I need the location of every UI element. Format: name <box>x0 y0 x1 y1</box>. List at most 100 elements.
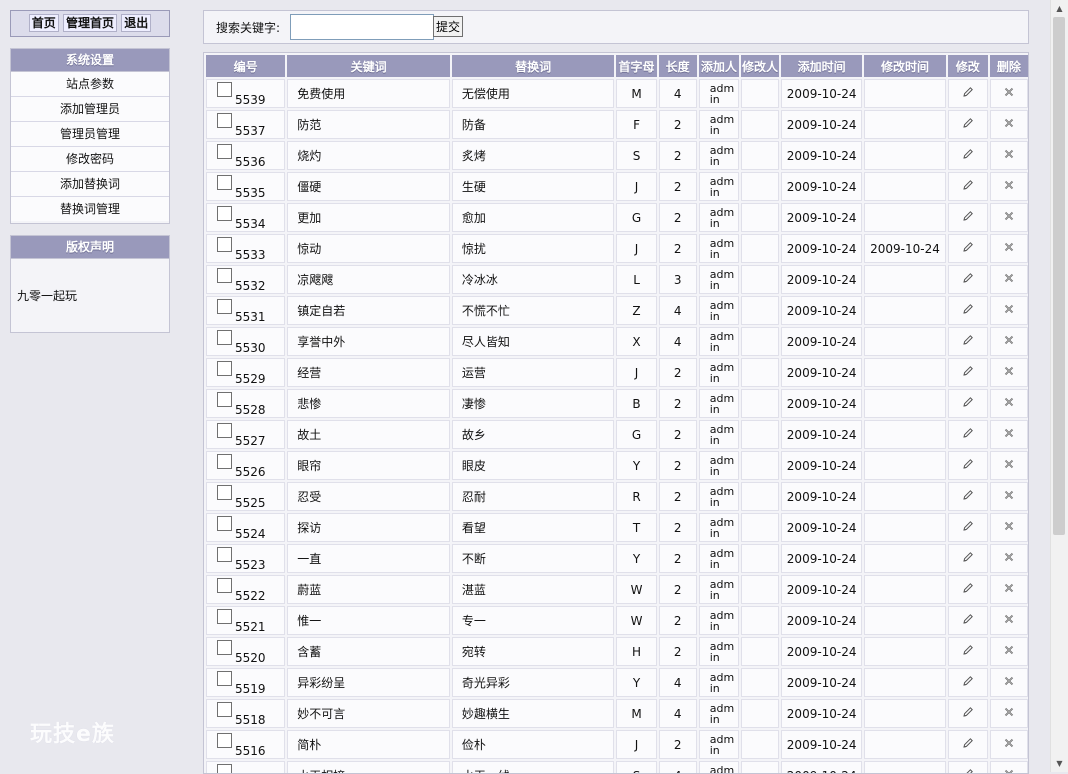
row-id: 5532 <box>235 279 266 293</box>
added-by-line1: adm <box>710 641 738 652</box>
pencil-icon[interactable] <box>962 272 974 287</box>
x-icon[interactable] <box>1003 613 1015 628</box>
pencil-icon[interactable] <box>962 458 974 473</box>
x-icon[interactable] <box>1003 86 1015 101</box>
x-icon[interactable] <box>1003 210 1015 225</box>
pencil-icon[interactable] <box>962 737 974 752</box>
x-icon[interactable] <box>1003 675 1015 690</box>
pencil-icon[interactable] <box>962 334 974 349</box>
cell-modified-by <box>741 606 779 635</box>
pencil-icon[interactable] <box>962 613 974 628</box>
nav-logout-link[interactable]: 退出 <box>121 14 151 32</box>
row-checkbox[interactable] <box>217 392 232 407</box>
scroll-down-arrow-icon[interactable]: ▼ <box>1051 755 1068 772</box>
page-scrollbar[interactable]: ▲ ▼ <box>1050 0 1068 772</box>
row-checkbox[interactable] <box>217 237 232 252</box>
sidebar-item-add-admin[interactable]: 添加管理员 <box>11 97 169 122</box>
sidebar-item-admin-manage[interactable]: 管理员管理 <box>11 122 169 147</box>
cell-modified-by <box>741 544 779 573</box>
x-icon[interactable] <box>1003 644 1015 659</box>
pencil-icon[interactable] <box>962 117 974 132</box>
added-by-line2: in <box>710 187 738 198</box>
pencil-icon[interactable] <box>962 768 974 774</box>
pencil-icon[interactable] <box>962 303 974 318</box>
x-icon[interactable] <box>1003 365 1015 380</box>
search-input[interactable] <box>290 14 434 40</box>
pencil-icon[interactable] <box>962 179 974 194</box>
scroll-up-arrow-icon[interactable]: ▲ <box>1051 0 1068 17</box>
row-checkbox[interactable] <box>217 144 232 159</box>
row-checkbox[interactable] <box>217 516 232 531</box>
added-by-line2: in <box>710 466 738 477</box>
x-icon[interactable] <box>1003 768 1015 774</box>
cell-delete <box>990 265 1028 294</box>
cell-delete <box>990 513 1028 542</box>
row-checkbox[interactable] <box>217 671 232 686</box>
x-icon[interactable] <box>1003 582 1015 597</box>
pencil-icon[interactable] <box>962 520 974 535</box>
row-checkbox[interactable] <box>217 361 232 376</box>
sidebar-item-change-password[interactable]: 修改密码 <box>11 147 169 172</box>
x-icon[interactable] <box>1003 458 1015 473</box>
row-checkbox[interactable] <box>217 640 232 655</box>
row-checkbox[interactable] <box>217 206 232 221</box>
sidebar-item-replacement-manage[interactable]: 替换词管理 <box>11 197 169 221</box>
row-checkbox[interactable] <box>217 113 232 128</box>
pencil-icon[interactable] <box>962 427 974 442</box>
row-checkbox[interactable] <box>217 82 232 97</box>
table-row: 5533惊动惊扰J2admin2009-10-242009-10-24 <box>206 234 1028 263</box>
cell-id: 5532 <box>206 265 285 294</box>
cell-keyword: 凉飕飕 <box>287 265 450 294</box>
row-checkbox[interactable] <box>217 423 232 438</box>
search-submit-button[interactable]: 提交 <box>433 16 463 37</box>
row-checkbox[interactable] <box>217 764 232 774</box>
pencil-icon[interactable] <box>962 644 974 659</box>
row-id: 5520 <box>235 651 266 665</box>
row-checkbox[interactable] <box>217 175 232 190</box>
x-icon[interactable] <box>1003 737 1015 752</box>
row-checkbox[interactable] <box>217 454 232 469</box>
x-icon[interactable] <box>1003 117 1015 132</box>
pencil-icon[interactable] <box>962 148 974 163</box>
scroll-thumb[interactable] <box>1053 17 1065 535</box>
x-icon[interactable] <box>1003 241 1015 256</box>
x-icon[interactable] <box>1003 396 1015 411</box>
x-icon[interactable] <box>1003 489 1015 504</box>
row-checkbox[interactable] <box>217 330 232 345</box>
cell-modified-time <box>864 482 945 511</box>
x-icon[interactable] <box>1003 706 1015 721</box>
x-icon[interactable] <box>1003 148 1015 163</box>
pencil-icon[interactable] <box>962 582 974 597</box>
row-checkbox[interactable] <box>217 733 232 748</box>
row-checkbox[interactable] <box>217 547 232 562</box>
pencil-icon[interactable] <box>962 551 974 566</box>
sidebar-item-add-replacement[interactable]: 添加替换词 <box>11 172 169 197</box>
cell-modified-time: 2009-10-24 <box>864 234 945 263</box>
nav-home-link[interactable]: 首页 <box>29 14 59 32</box>
row-checkbox[interactable] <box>217 299 232 314</box>
cell-added-time: 2009-10-24 <box>781 606 862 635</box>
x-icon[interactable] <box>1003 179 1015 194</box>
pencil-icon[interactable] <box>962 489 974 504</box>
x-icon[interactable] <box>1003 272 1015 287</box>
row-checkbox[interactable] <box>217 578 232 593</box>
x-icon[interactable] <box>1003 551 1015 566</box>
cell-id: 5535 <box>206 172 285 201</box>
row-checkbox[interactable] <box>217 485 232 500</box>
x-icon[interactable] <box>1003 520 1015 535</box>
pencil-icon[interactable] <box>962 210 974 225</box>
x-icon[interactable] <box>1003 303 1015 318</box>
nav-admin-home-link[interactable]: 管理首页 <box>63 14 117 32</box>
pencil-icon[interactable] <box>962 396 974 411</box>
pencil-icon[interactable] <box>962 706 974 721</box>
sidebar-item-site-params[interactable]: 站点参数 <box>11 72 169 97</box>
row-checkbox[interactable] <box>217 609 232 624</box>
x-icon[interactable] <box>1003 427 1015 442</box>
pencil-icon[interactable] <box>962 675 974 690</box>
row-checkbox[interactable] <box>217 702 232 717</box>
pencil-icon[interactable] <box>962 86 974 101</box>
pencil-icon[interactable] <box>962 241 974 256</box>
pencil-icon[interactable] <box>962 365 974 380</box>
x-icon[interactable] <box>1003 334 1015 349</box>
row-checkbox[interactable] <box>217 268 232 283</box>
